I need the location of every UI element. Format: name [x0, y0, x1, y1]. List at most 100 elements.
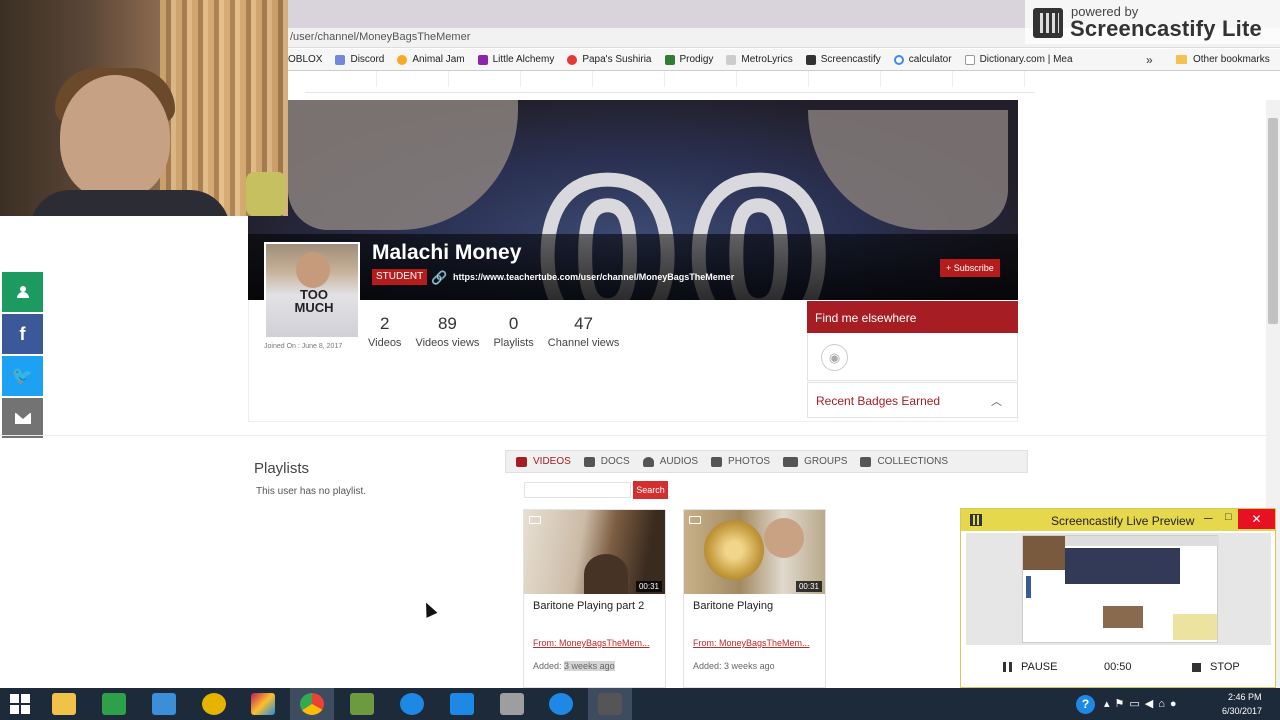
discord-icon: [335, 54, 346, 65]
page-icon: [964, 54, 975, 65]
stop-icon: [1192, 662, 1201, 672]
bookmark-dictionary[interactable]: Dictionary.com | Mea: [964, 54, 1073, 65]
video-added: Added: 3 weeks ago: [533, 661, 615, 671]
bookmark-animal-jam[interactable]: Animal Jam: [397, 54, 465, 65]
share-facebook-button[interactable]: f: [2, 314, 43, 354]
tab-photos[interactable]: PHOTOS: [711, 456, 770, 467]
section-divider: [0, 435, 1266, 436]
screencastify-logo-icon: [1033, 8, 1063, 38]
webcam-chair: [246, 172, 286, 216]
stat-value: 2: [379, 314, 390, 333]
mouse-cursor-icon: [420, 600, 438, 618]
twitter-icon: 🐦: [11, 366, 34, 385]
pause-button[interactable]: PAUSE: [1003, 661, 1057, 673]
added-when: 3 weeks ago: [564, 661, 615, 671]
camera-icon[interactable]: [500, 693, 524, 715]
video-search-input[interactable]: [524, 482, 631, 498]
role-badge: STUDENT: [372, 269, 428, 285]
video-title[interactable]: Baritone Playing: [693, 600, 773, 612]
tab-label: AUDIOS: [659, 456, 699, 467]
tab-docs[interactable]: DOCS: [583, 456, 630, 467]
stop-button[interactable]: STOP: [1192, 661, 1240, 673]
video-duration: 00:31: [795, 581, 822, 592]
rss-icon[interactable]: ◉: [821, 344, 848, 371]
bookmark-discord[interactable]: Discord: [335, 54, 384, 65]
app-icon[interactable]: [450, 693, 474, 715]
added-label: Added:: [533, 661, 562, 671]
subscribe-button[interactable]: + Subscribe: [940, 259, 1000, 277]
system-tray-icons[interactable]: ▴⚑▭◀⌂●: [1104, 697, 1182, 710]
tab-audios[interactable]: AUDIOS: [642, 456, 699, 467]
bookmark-prodigy[interactable]: Prodigy: [664, 54, 714, 65]
close-icon[interactable]: ✕: [1238, 509, 1275, 529]
stat-channel-views: 47 Channel views: [548, 314, 620, 349]
video-card[interactable]: 00:31 Baritone Playing From: MoneyBagsTh…: [683, 509, 826, 688]
tab-label: COLLECTIONS: [877, 456, 949, 467]
file-explorer-icon[interactable]: [52, 693, 76, 715]
minecraft-icon[interactable]: [350, 693, 374, 715]
chevron-up-icon[interactable]: ︿: [991, 393, 1002, 409]
live-preview-window[interactable]: Screencastify Live Preview ─ □ ✕ PAUSE 0…: [960, 508, 1276, 688]
video-author-link[interactable]: From: MoneyBagsTheMem...: [533, 638, 650, 648]
webcam-person-shirt: [30, 190, 230, 216]
tray-help-icon[interactable]: ?: [1076, 695, 1095, 714]
taskbar-clock-time[interactable]: 2:46 PM: [1228, 692, 1262, 702]
bookmark-calculator[interactable]: calculator: [893, 54, 952, 65]
channel-url-link[interactable]: https://www.teachertube.com/user/channel…: [453, 272, 734, 282]
share-twitter-button[interactable]: 🐦: [2, 356, 43, 396]
plus-icon: +: [946, 263, 954, 273]
chrome-icon[interactable]: [300, 693, 324, 715]
recent-badges-toggle[interactable]: Recent Badges Earned: [807, 382, 1018, 418]
bookmark-little-alchemy[interactable]: Little Alchemy: [477, 54, 554, 65]
windows-start-icon[interactable]: [10, 694, 30, 714]
link-icon: 🔗: [431, 270, 448, 285]
tab-groups[interactable]: GROUPS: [783, 456, 847, 467]
subscribe-label: Subscribe: [953, 263, 994, 273]
maximize-icon[interactable]: □: [1225, 511, 1232, 523]
scrollbar-thumb[interactable]: [1268, 118, 1278, 324]
tab-videos[interactable]: VIDEOS: [516, 456, 571, 467]
video-thumbnail[interactable]: 00:31: [684, 510, 825, 594]
media-tabs: VIDEOS DOCS AUDIOS PHOTOS GROUPS COLLECT…: [505, 450, 1028, 473]
stat-value: 89: [437, 314, 457, 333]
group-icon: [783, 456, 799, 467]
screencastify-icon[interactable]: [598, 693, 622, 715]
google-icon: [893, 54, 904, 65]
playlists-empty-text: This user has no playlist.: [256, 486, 367, 497]
watermark-line2: Screencastify Lite: [1070, 16, 1262, 41]
app-icon[interactable]: [251, 693, 275, 715]
video-thumbnail[interactable]: 00:31: [524, 510, 665, 594]
bookmark-papas-sushiria[interactable]: Papa's Sushiria: [567, 54, 652, 65]
tab-collections[interactable]: COLLECTIONS: [860, 456, 948, 467]
paw-icon: [397, 54, 408, 65]
channel-nav: [305, 71, 1035, 93]
bookmark-roblox[interactable]: OBLOX: [288, 54, 322, 65]
store-icon[interactable]: [102, 693, 126, 715]
taskbar-clock-date[interactable]: 6/30/2017: [1222, 706, 1262, 716]
app-icon[interactable]: [202, 693, 226, 715]
other-bookmarks[interactable]: Other bookmarks: [1176, 54, 1270, 65]
stat-value: 47: [574, 314, 594, 333]
share-group-button[interactable]: [2, 272, 43, 312]
minimize-icon[interactable]: ─: [1204, 511, 1213, 525]
stat-video-views: 89 Videos views: [415, 314, 479, 349]
help-icon[interactable]: [549, 693, 573, 715]
bookmarks-overflow-button[interactable]: »: [1146, 53, 1153, 67]
video-title[interactable]: Baritone Playing part 2: [533, 600, 644, 612]
pause-icon: [1003, 662, 1012, 672]
share-email-button[interactable]: [2, 398, 43, 438]
bookmark-screencastify[interactable]: Screencastify: [805, 54, 881, 65]
bookmark-metrolyrics[interactable]: MetroLyrics: [726, 54, 793, 65]
bookmark-label: Prodigy: [679, 54, 714, 65]
video-author-link[interactable]: From: MoneyBagsTheMem...: [693, 638, 810, 648]
joined-date: Joined On : June 8, 2017: [264, 343, 343, 350]
recording-controls: PAUSE 00:50 STOP: [961, 649, 1275, 687]
banner-overlay: [248, 234, 1018, 300]
search-button[interactable]: Search: [633, 481, 668, 499]
headphones-icon: [642, 456, 654, 467]
internet-explorer-icon[interactable]: [400, 693, 424, 715]
app-icon[interactable]: [152, 693, 176, 715]
stop-label: STOP: [1210, 661, 1240, 673]
recording-timer: 00:50: [1104, 661, 1132, 673]
video-card[interactable]: 00:31 Baritone Playing part 2 From: Mone…: [523, 509, 666, 688]
